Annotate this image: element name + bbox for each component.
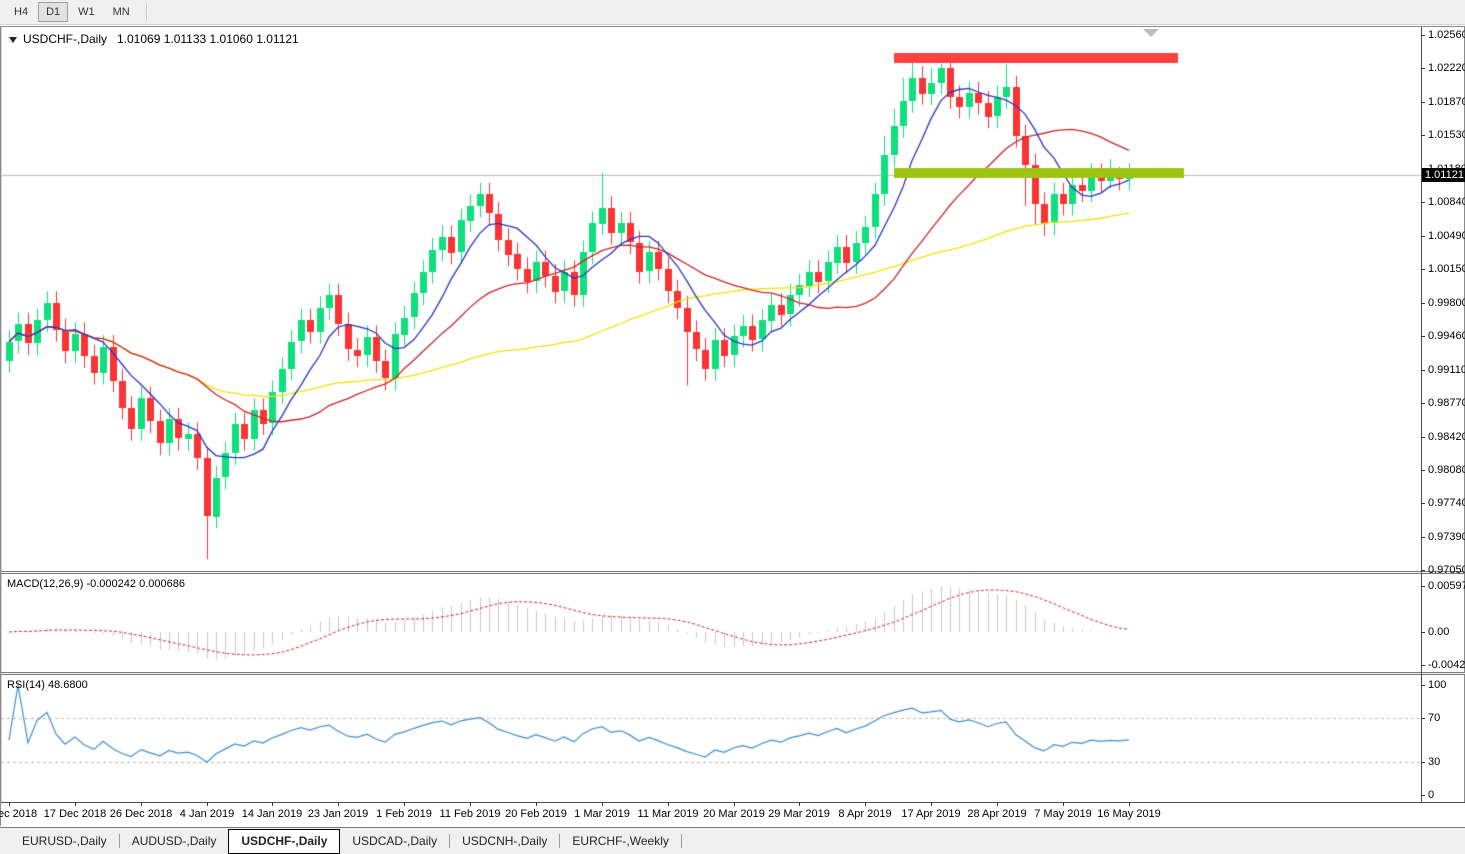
timeframe-button-h4[interactable]: H4 <box>6 2 36 22</box>
current-price-tag: 1.01121 <box>1422 168 1465 182</box>
tab-eurchf-weekly[interactable]: EURCHF-,Weekly <box>560 830 680 853</box>
timeframe-toolbar: H4 D1 W1 MN <box>0 0 1465 25</box>
price-axis-label: 1.01180 <box>1428 162 1465 175</box>
price-axis-label: 0.99800 <box>1428 296 1465 309</box>
price-axis-label: 0.98770 <box>1428 396 1465 409</box>
price-axis-line <box>1421 27 1422 802</box>
rsi-axis-label: 70 <box>1428 712 1441 724</box>
macd-panel-canvas[interactable] <box>1 575 1421 671</box>
price-axis-label: 1.00150 <box>1428 262 1465 275</box>
price-axis-label: 1.00490 <box>1428 229 1465 242</box>
panel-splitter[interactable] <box>1 672 1465 675</box>
tab-eurusd-daily[interactable]: EURUSD-,Daily <box>10 830 119 853</box>
rsi-axis-label: 0 <box>1428 789 1435 801</box>
rsi-panel-canvas[interactable] <box>1 676 1421 801</box>
macd-axis-label: 0.00597 <box>1428 580 1465 593</box>
date-axis <box>1 802 1465 827</box>
timeframe-button-d1[interactable]: D1 <box>38 2 69 22</box>
rsi-axis-label: 100 <box>1428 679 1447 691</box>
panel-splitter[interactable] <box>1 571 1465 574</box>
price-axis-label: 1.00840 <box>1428 195 1465 208</box>
rsi-axis-label: 30 <box>1428 756 1441 768</box>
main-chart-canvas[interactable] <box>1 27 1421 571</box>
macd-axis-label: 0.00 <box>1428 626 1450 638</box>
tab-usdcad-daily[interactable]: USDCAD-,Daily <box>340 830 449 853</box>
toolbar-separator <box>145 3 147 21</box>
chart-window: USDCHF-,Daily 1.01069 1.01133 1.01060 1.… <box>0 26 1465 827</box>
timeframe-button-w1[interactable]: W1 <box>70 2 103 22</box>
macd-axis-label: -0.004243 <box>1428 658 1465 671</box>
price-axis-label: 0.98080 <box>1428 463 1465 476</box>
price-axis-label: 1.02560 <box>1428 29 1465 41</box>
price-axis-label: 0.99460 <box>1428 329 1465 342</box>
price-axis-label: 1.02220 <box>1428 62 1465 74</box>
price-axis-label: 0.99110 <box>1428 363 1465 376</box>
price-axis-label: 0.98420 <box>1428 430 1465 443</box>
tab-usdcnh-daily[interactable]: USDCNH-,Daily <box>450 830 559 853</box>
timeframe-button-mn[interactable]: MN <box>105 2 138 22</box>
price-axis-label: 1.01530 <box>1428 129 1465 141</box>
tab-audusd-daily[interactable]: AUDUSD-,Daily <box>120 830 229 853</box>
price-axis-label: 1.01870 <box>1428 95 1465 108</box>
price-axis-label: 0.97390 <box>1428 530 1465 543</box>
price-axis-label: 0.97050 <box>1428 563 1465 576</box>
symbol-tab-bar: EURUSD-,Daily AUDUSD-,Daily USDCHF-,Dail… <box>0 827 1465 854</box>
tab-usdchf-daily[interactable]: USDCHF-,Daily <box>228 828 341 854</box>
price-axis-label: 0.97740 <box>1428 496 1465 509</box>
